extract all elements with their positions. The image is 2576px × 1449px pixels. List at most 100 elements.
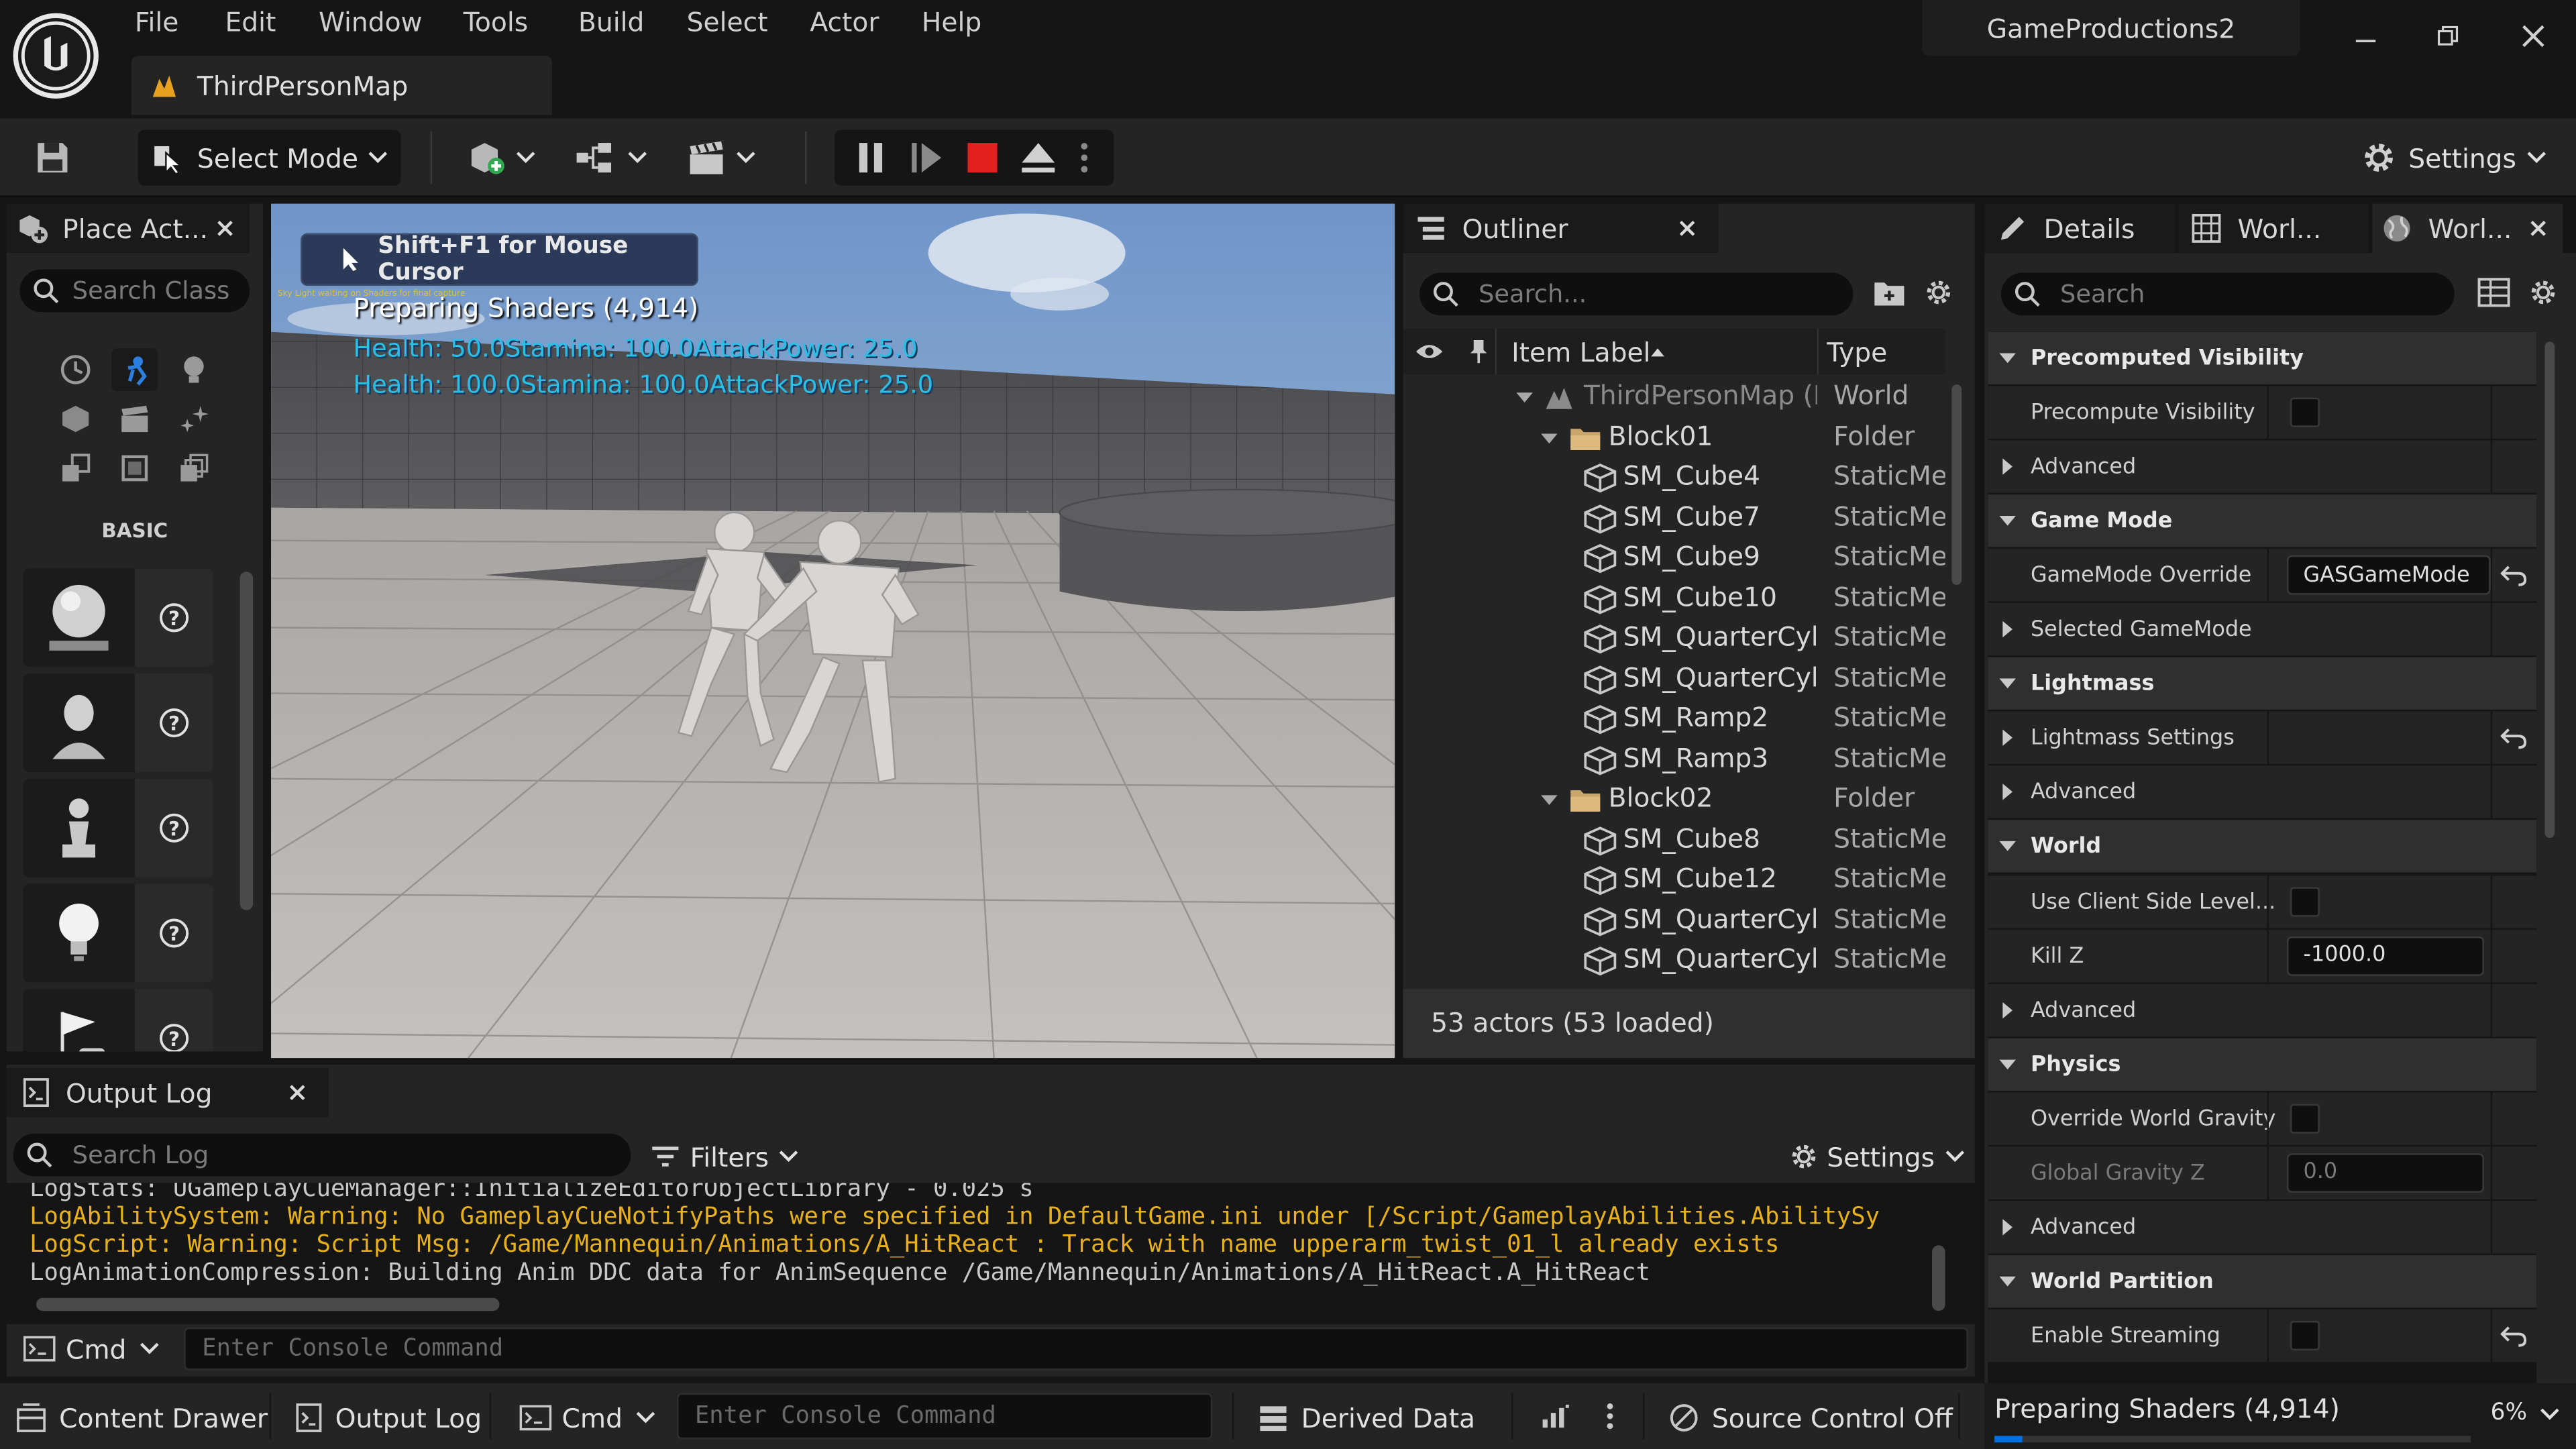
collapsed-arrow-icon[interactable] xyxy=(2001,729,2015,748)
details-section-header[interactable]: Game Mode xyxy=(1988,494,2537,547)
actor-item-pawn[interactable]: ? xyxy=(23,778,214,877)
details-section-header[interactable]: Lightmass xyxy=(1988,657,2537,710)
outliner-row[interactable]: SM_QuarterCyl StaticMes xyxy=(1403,619,1945,659)
tab-details[interactable]: Details xyxy=(1984,203,2176,254)
outliner-row[interactable]: SM_Cube9 StaticMes xyxy=(1403,539,1945,578)
collapsed-arrow-icon[interactable] xyxy=(2001,1000,2015,1019)
geometry-icon[interactable] xyxy=(52,447,99,490)
blueprint-button[interactable] xyxy=(575,135,647,181)
details-section-header[interactable]: World Partition xyxy=(1988,1254,2537,1308)
column-item-label[interactable]: Item Label xyxy=(1511,336,1650,368)
derived-data-button[interactable]: Derived Data xyxy=(1258,1397,1475,1440)
minimize-button[interactable] xyxy=(2336,13,2395,60)
outliner-row[interactable]: SM_Cube8 StaticMes xyxy=(1403,820,1945,860)
expand-arrow-icon[interactable] xyxy=(1540,431,1559,445)
source-control-button[interactable]: Source Control Off xyxy=(1669,1397,1953,1440)
gear-icon[interactable] xyxy=(1922,276,1955,309)
collapsed-arrow-icon[interactable] xyxy=(2001,457,2015,476)
property-value-field[interactable]: GASGameMode xyxy=(2287,555,2491,595)
stop-button[interactable] xyxy=(959,135,1006,181)
frame-advance-button[interactable] xyxy=(904,135,950,181)
table-view-icon[interactable] xyxy=(2477,278,2510,307)
help-icon[interactable]: ? xyxy=(134,568,214,667)
outliner-row[interactable]: SM_Cube7 StaticMes xyxy=(1403,498,1945,538)
close-icon[interactable] xyxy=(2530,220,2546,236)
outliner-row[interactable]: Block02 Folder xyxy=(1403,780,1945,820)
outliner-search-input[interactable]: Search... xyxy=(1419,272,1854,316)
shapes-icon[interactable] xyxy=(52,398,99,441)
outliner-scrollbar[interactable] xyxy=(1951,384,1962,585)
gear-icon[interactable] xyxy=(2527,276,2560,309)
menu-edit[interactable]: Edit xyxy=(225,7,276,38)
more-options-icon[interactable] xyxy=(1607,1403,1613,1430)
log-settings-button[interactable]: Settings xyxy=(1788,1137,1965,1177)
recent-icon[interactable] xyxy=(52,348,99,391)
actor-item-player-start[interactable]: ? xyxy=(23,989,214,1052)
property-value-field[interactable]: -1000.0 xyxy=(2287,935,2484,975)
help-icon[interactable]: ? xyxy=(134,778,214,877)
close-icon[interactable] xyxy=(1679,220,1695,236)
reset-arrow-icon[interactable] xyxy=(2500,727,2527,750)
outliner-row[interactable]: SM_Cube10 StaticMes xyxy=(1403,579,1945,619)
restore-button[interactable] xyxy=(2418,13,2477,60)
menu-select[interactable]: Select xyxy=(687,7,768,38)
outliner-row[interactable]: SM_QuarterCyl StaticMes xyxy=(1403,941,1945,981)
activity-grid-icon[interactable] xyxy=(1541,1403,1570,1429)
tab-world-outliner[interactable]: Worl... xyxy=(2178,203,2369,254)
close-icon[interactable] xyxy=(217,220,233,236)
outliner-row[interactable]: SM_Ramp3 StaticMes xyxy=(1403,740,1945,780)
select-mode-dropdown[interactable]: Select Mode xyxy=(138,129,401,186)
expand-arrow-icon[interactable] xyxy=(1515,391,1534,405)
collapsed-arrow-icon[interactable] xyxy=(2001,783,2015,802)
menu-help[interactable]: Help xyxy=(922,7,981,38)
property-value-field[interactable]: 0.0 xyxy=(2287,1152,2484,1193)
visual-effects-icon[interactable] xyxy=(171,398,217,441)
help-icon[interactable]: ? xyxy=(134,883,214,983)
reset-arrow-icon[interactable] xyxy=(2500,1324,2527,1347)
status-cmd-dropdown[interactable]: Cmd xyxy=(519,1397,655,1440)
actor-list-scrollbar[interactable] xyxy=(239,572,254,910)
visibility-eye-icon[interactable] xyxy=(1413,341,1446,361)
details-section-header[interactable]: Physics xyxy=(1988,1037,2537,1091)
menu-actor[interactable]: Actor xyxy=(810,7,879,38)
cinematics-button[interactable] xyxy=(687,135,756,181)
basic-icon[interactable] xyxy=(111,348,158,391)
outliner-row[interactable]: SM_QuarterCyl StaticMes xyxy=(1403,901,1945,941)
expand-arrow-icon[interactable] xyxy=(1540,794,1559,807)
place-actors-search-input[interactable]: Search Class xyxy=(19,269,250,313)
outliner-row[interactable]: Block01 Folder xyxy=(1403,418,1945,458)
details-search-input[interactable]: Search xyxy=(2000,272,2455,316)
outliner-row[interactable]: SM_QuarterCyl StaticMes xyxy=(1403,659,1945,699)
more-options-icon[interactable] xyxy=(1071,135,1097,181)
help-icon[interactable]: ? xyxy=(134,674,214,773)
reset-arrow-icon[interactable] xyxy=(2500,564,2527,587)
pause-button[interactable] xyxy=(848,135,894,181)
close-icon[interactable] xyxy=(289,1084,305,1100)
property-checkbox[interactable] xyxy=(2290,397,2320,427)
help-icon[interactable]: ? xyxy=(134,989,214,1052)
filters-button[interactable]: Filters xyxy=(651,1137,798,1177)
menu-tools[interactable]: Tools xyxy=(464,7,529,38)
property-checkbox[interactable] xyxy=(2290,886,2320,916)
unreal-logo-icon[interactable] xyxy=(13,13,99,99)
log-horizontal-scrollbar[interactable] xyxy=(36,1297,500,1311)
level-viewport[interactable]: Shift+F1 for Mouse Cursor Sky Light wait… xyxy=(271,203,1395,1059)
cmd-dropdown[interactable]: Cmd xyxy=(23,1331,159,1367)
status-output-log-button[interactable]: Output Log xyxy=(296,1397,482,1440)
console-command-input[interactable]: Enter Console Command xyxy=(184,1327,1968,1371)
toolbar-settings-button[interactable]: Settings xyxy=(2359,135,2546,181)
menu-build[interactable]: Build xyxy=(578,7,644,38)
column-type[interactable]: Type xyxy=(1827,336,1887,368)
lights-icon[interactable] xyxy=(171,348,217,391)
outliner-row[interactable]: ThirdPersonMap (F World xyxy=(1403,378,1945,417)
menu-file[interactable]: File xyxy=(135,7,179,38)
collapsed-arrow-icon[interactable] xyxy=(2001,620,2015,639)
save-icon[interactable] xyxy=(30,135,76,181)
tab-world-settings[interactable]: Worl... xyxy=(2372,203,2563,254)
details-section-header[interactable]: Precomputed Visibility xyxy=(1988,331,2537,385)
details-scrollbar[interactable] xyxy=(2544,341,2555,838)
tab-thirdpersonmap[interactable]: ThirdPersonMap xyxy=(131,56,552,115)
log-vertical-scrollbar[interactable] xyxy=(1932,1245,1945,1311)
content-drawer-button[interactable]: Content Drawer xyxy=(16,1397,268,1440)
search-log-input[interactable]: Search Log xyxy=(13,1133,631,1177)
